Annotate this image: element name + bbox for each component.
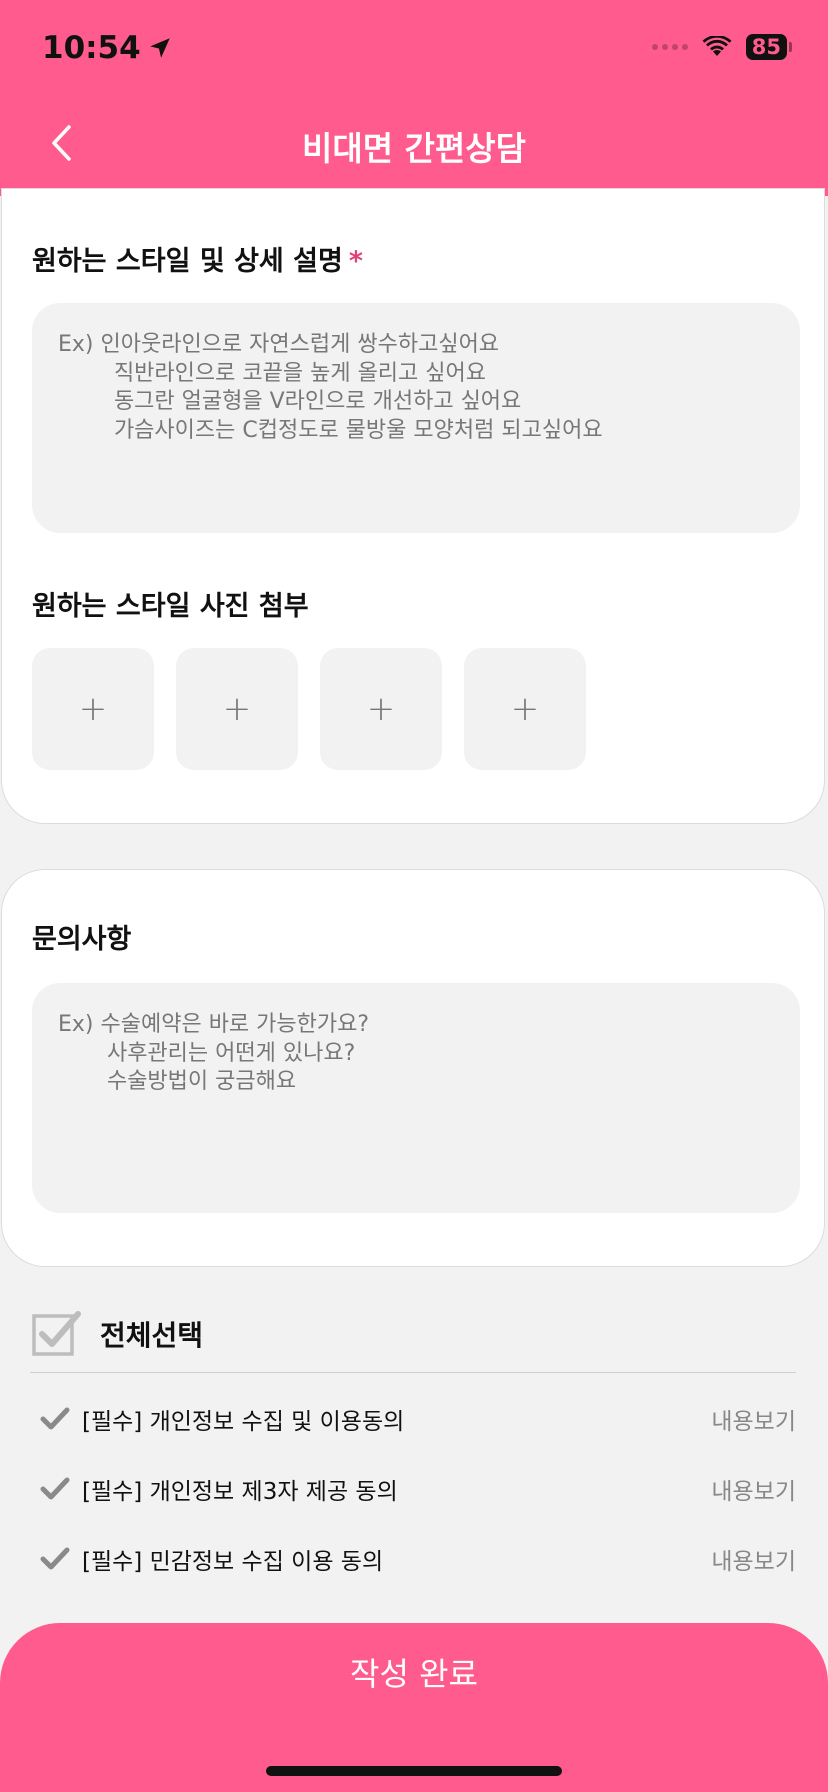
style-section-title-text: 원하는 스타일 및 상세 설명 [32,246,343,277]
agreement-label-1: [필수] 개인정보 수집 및 이용동의 [82,1409,405,1435]
submit-button-label: 작성 완료 [350,1655,478,1693]
photo-upload-slot-3[interactable]: + [320,648,442,770]
agreement-row-1: [필수] 개인정보 수집 및 이용동의 내용보기 [40,1402,796,1436]
page-title: 비대면 간편상담 [301,129,526,168]
cellular-signal-icon [651,44,688,50]
inquiry-section-title: 문의사항 [32,924,132,955]
location-arrow-icon [149,38,170,58]
style-section-title: 원하는 스타일 및 상세 설명 * [32,239,363,278]
agreement-row-3: [필수] 민감정보 수집 이용 동의 내용보기 [40,1542,796,1576]
style-description-textarea[interactable]: Ex) 인아웃라인으로 자연스럽게 쌍수하고싶어요 직반라인으로 코끝을 높게 … [32,303,800,533]
view-content-link-3[interactable]: 내용보기 [711,1542,796,1576]
select-all-label: 전체선택 [100,1319,204,1352]
agreement-label-3: [필수] 민감정보 수집 이용 동의 [82,1549,384,1575]
home-indicator [266,1766,562,1776]
view-content-link-1[interactable]: 내용보기 [711,1402,796,1436]
view-content-link-2[interactable]: 내용보기 [711,1472,796,1506]
inquiry-card: 문의사항 Ex) 수술예약은 바로 가능한가요? 사후관리는 어떤게 있나요? … [1,869,825,1267]
agreement-label-2: [필수] 개인정보 제3자 제공 동의 [82,1479,398,1505]
check-icon[interactable] [40,1544,70,1574]
photo-upload-slot-2[interactable]: + [176,648,298,770]
required-mark: * [348,246,363,277]
select-all-checkbox[interactable]: 전체선택 [32,1310,203,1358]
status-indicators: 85 [651,34,792,60]
photo-upload-slot-1[interactable]: + [32,648,154,770]
check-icon[interactable] [40,1404,70,1434]
photo-slots: + + + + [32,648,586,770]
app-header: 10:54 85 비대면 간편상담 [0,0,828,196]
battery-level: 85 [745,34,787,60]
status-time-text: 10:54 [42,30,141,66]
agreement-row-2: [필수] 개인정보 제3자 제공 동의 내용보기 [40,1472,796,1506]
check-icon[interactable] [40,1474,70,1504]
style-card: 원하는 스타일 및 상세 설명 * Ex) 인아웃라인으로 자연스럽게 쌍수하고싶… [1,188,825,824]
inquiry-textarea[interactable]: Ex) 수술예약은 바로 가능한가요? 사후관리는 어떤게 있나요? 수술방법이… [32,983,800,1213]
status-time: 10:54 [42,30,173,66]
battery-icon: 85 [745,34,792,60]
photo-upload-slot-4[interactable]: + [464,648,586,770]
photo-section-title: 원하는 스타일 사진 첨부 [32,591,309,622]
checkbox-checked-icon [32,1311,81,1356]
wifi-icon [702,36,732,56]
agreements-divider [30,1372,796,1373]
